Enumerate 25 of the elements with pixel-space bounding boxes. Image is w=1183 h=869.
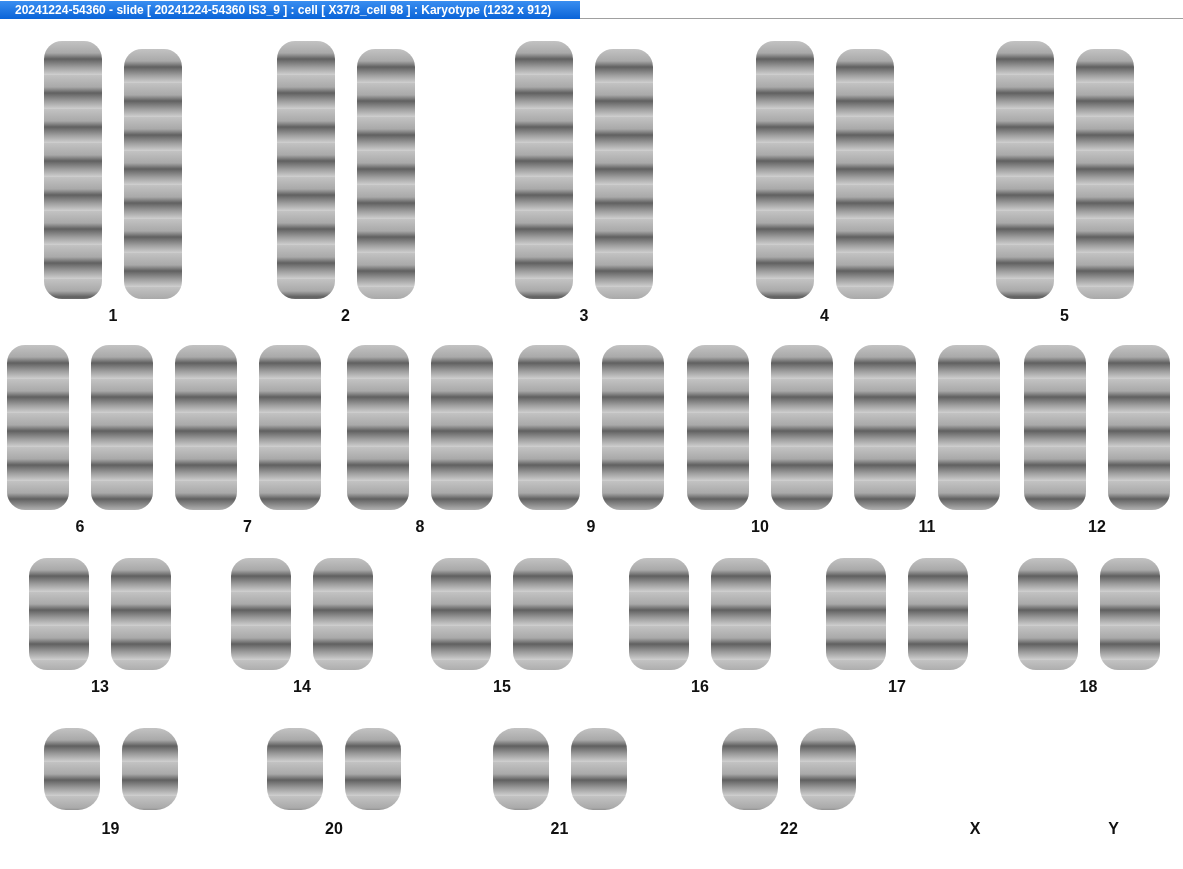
chromosome-label: 10	[751, 518, 769, 536]
chromosome-label: 15	[493, 678, 511, 696]
window-title: 20241224-54360 - slide [ 20241224-54360 IS3_9 ] : cell [ X37/3_cell 98 ] : Karyotype (1232 x 912)	[0, 1, 580, 19]
chromosome-label: 16	[691, 678, 709, 696]
chromosome-label: 13	[91, 678, 109, 696]
chromosome-label: 9	[586, 518, 596, 536]
chromosome-label: 18	[1079, 678, 1098, 696]
chromosome-label: 12	[1088, 518, 1106, 536]
chromosome-label: 6	[75, 518, 85, 536]
chromosome-label: 14	[293, 678, 311, 696]
chromosome-label: 22	[780, 820, 798, 838]
chromosome-label: X	[969, 820, 981, 838]
chromosome-label: 3	[579, 307, 589, 325]
chromosome-label: 7	[243, 518, 252, 536]
chromosome-label: 20	[325, 820, 343, 838]
chromosome-label: 19	[101, 820, 120, 838]
chromosome-label: Y	[1108, 820, 1119, 838]
chromosome-label: 8	[415, 518, 425, 536]
chromosome-label: 17	[888, 678, 906, 696]
chromosome-label: 4	[820, 307, 829, 325]
chromosome-label: 11	[918, 518, 936, 536]
chromosome-label: 1	[108, 307, 118, 325]
chromosome-label: 5	[1060, 307, 1069, 325]
chromosome-label: 2	[341, 307, 350, 325]
chromosome-label: 21	[550, 820, 569, 838]
